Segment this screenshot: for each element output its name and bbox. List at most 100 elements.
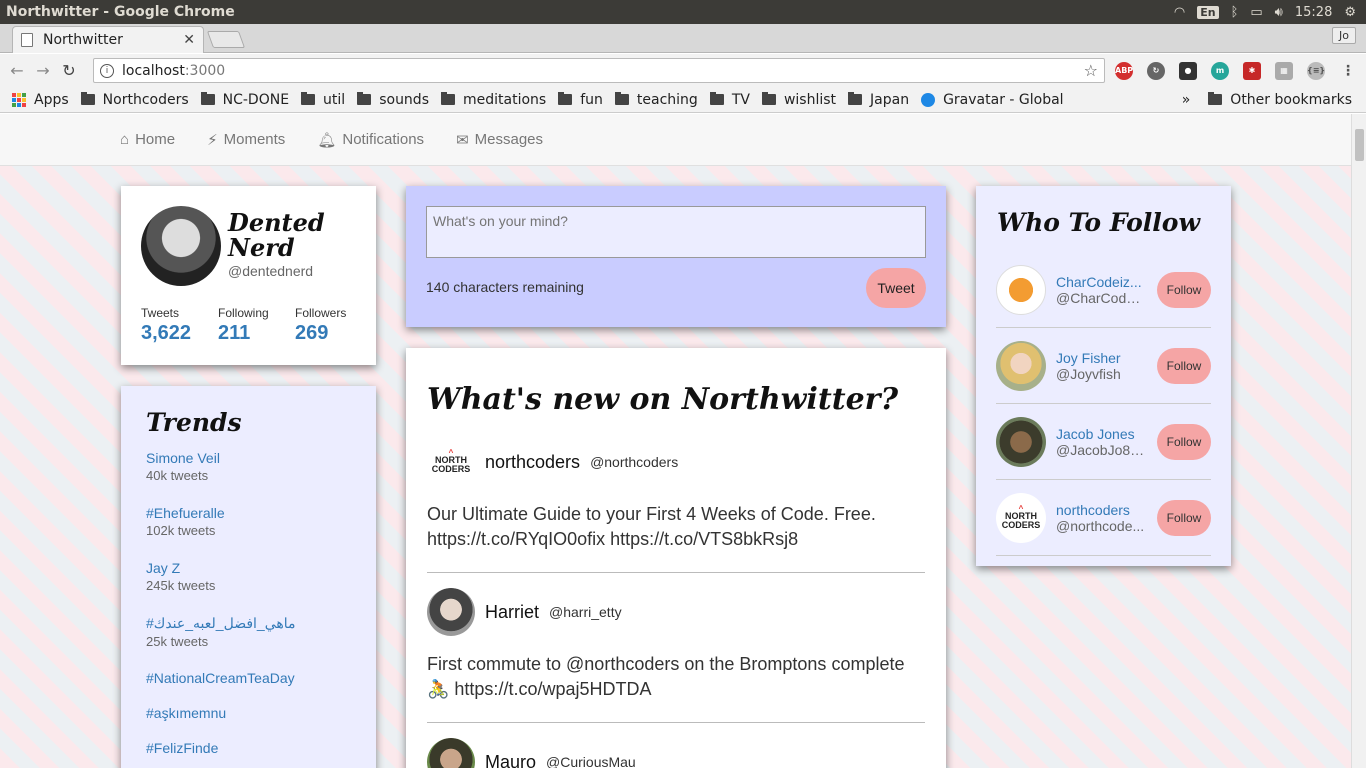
trend-item[interactable]: #FelizFinde (146, 740, 218, 756)
bookmark-gravatar[interactable]: Gravatar - Global (921, 92, 1064, 108)
grid-extension-icon[interactable]: ▦ (1275, 62, 1293, 80)
trend-name[interactable]: #ماهي_افضل_لعبه_عندك (146, 615, 296, 632)
user-name[interactable]: northcoders (1056, 502, 1148, 518)
wifi-icon[interactable]: ◠ (1174, 5, 1185, 20)
folder-icon (357, 92, 372, 105)
follow-button[interactable]: Follow (1157, 423, 1211, 460)
avatar[interactable] (427, 738, 475, 768)
back-arrow-icon[interactable]: ← (4, 61, 30, 80)
profile-card: Dented Nerd @dentednerd Tweets 3,622 Follo… (121, 186, 376, 365)
trend-count: 102k tweets (146, 523, 216, 538)
bookmark-fun[interactable]: fun (558, 92, 603, 108)
avatar[interactable] (996, 416, 1046, 467)
bookmark-tv[interactable]: TV (709, 92, 750, 108)
info-icon[interactable]: i (100, 63, 114, 78)
user-name[interactable]: CharCodeiz... (1056, 274, 1148, 290)
close-tab-icon[interactable]: ✕ (183, 32, 195, 48)
bookmark-label: NC-DONE (222, 91, 290, 108)
user-name[interactable]: Jacob Jones (1056, 426, 1148, 442)
bookmark-wishlist[interactable]: wishlist (761, 92, 836, 108)
bookmark-meditations[interactable]: meditations (441, 92, 546, 108)
follow-button[interactable]: Follow (1157, 271, 1211, 308)
clock[interactable]: 15:28 (1295, 5, 1332, 20)
trend-name[interactable]: #Ehefueralle (146, 505, 225, 521)
tweet-button[interactable]: Tweet (866, 268, 926, 308)
who-to-follow-card: Who To Follow CharCodeiz... @CharCodei...… (976, 186, 1231, 566)
stat-tweets[interactable]: Tweets 3,622 (141, 306, 218, 345)
menu-dots-icon[interactable]: ⋮ (1339, 62, 1357, 80)
user-name[interactable]: Joy Fisher (1056, 350, 1148, 366)
tab-northwitter[interactable]: Northwitter ✕ (12, 26, 204, 53)
trend-item[interactable]: #aşkımemnu (146, 705, 226, 721)
forward-arrow-icon[interactable]: → (30, 61, 56, 80)
adblock-icon[interactable]: ABP (1115, 62, 1133, 80)
bug-extension-icon[interactable]: ✱ (1243, 62, 1261, 80)
bluetooth-icon[interactable]: ᛒ (1231, 5, 1239, 20)
northcoders-logo[interactable]: ^ NORTH CODERS (427, 438, 475, 486)
tweet-input[interactable] (426, 206, 926, 258)
tweet-author-handle[interactable]: @harri_etty (549, 604, 622, 620)
profile-name-line: Dented (228, 208, 325, 237)
avatar[interactable] (996, 264, 1046, 315)
nav-moments[interactable]: ⚡︎ Moments (207, 131, 285, 149)
bookmarks-overflow-chevron-icon[interactable]: » (1182, 92, 1191, 108)
trend-item[interactable]: #ماهي_افضل_لعبه_عندك 25k tweets (146, 615, 296, 649)
profile-button[interactable]: Jo (1332, 27, 1356, 44)
follow-button[interactable]: Follow (1157, 499, 1211, 536)
page-scrollbar[interactable] (1351, 114, 1366, 768)
trend-item[interactable]: #NationalCreamTeaDay (146, 670, 295, 686)
tweet-author-name[interactable]: Harriet (485, 602, 539, 623)
northcoders-logo[interactable]: ^ NORTH CODERS (996, 492, 1046, 543)
scrollbar-thumb[interactable] (1355, 129, 1364, 161)
trend-item[interactable]: Jay Z 245k tweets (146, 560, 215, 593)
bookmark-teaching[interactable]: teaching (614, 92, 698, 108)
nav-messages[interactable]: ✉ Messages (456, 131, 543, 149)
trend-name[interactable]: Jay Z (146, 560, 215, 576)
bookmark-sounds[interactable]: sounds (357, 92, 429, 108)
lightbulb-extension-icon[interactable]: ● (1179, 62, 1197, 80)
user-handle: @JacobJo88... (1056, 441, 1148, 458)
bookmark-northcoders[interactable]: Northcoders (80, 92, 189, 108)
bookmark-nc-done[interactable]: NC-DONE (200, 91, 290, 108)
folder-icon (709, 92, 724, 105)
tab-strip: Northwitter ✕ Jo (0, 24, 1366, 53)
tweet-author-name[interactable]: northcoders (485, 452, 580, 473)
m-extension-icon[interactable]: m (1211, 62, 1229, 80)
follow-button[interactable]: Follow (1157, 347, 1211, 384)
json-extension-icon[interactable]: {≡} (1307, 62, 1325, 80)
tweet-author-handle[interactable]: @CuriousMau (546, 754, 636, 768)
stat-followers[interactable]: Followers 269 (295, 306, 372, 345)
avatar[interactable] (427, 588, 475, 636)
avatar[interactable] (996, 340, 1046, 391)
suggested-user: ^ NORTH CODERS northcoders @northcode... Fo… (996, 480, 1211, 556)
volume-icon[interactable]: 🔊︎ (1275, 5, 1283, 20)
keyboard-indicator[interactable]: En (1197, 5, 1219, 19)
bookmark-star-icon[interactable]: ☆ (1084, 61, 1098, 80)
reload-icon[interactable]: ↻ (56, 61, 82, 80)
trend-name[interactable]: Simone Veil (146, 450, 220, 466)
trend-name[interactable]: #FelizFinde (146, 740, 218, 756)
stat-value: 3,622 (141, 322, 192, 344)
profile-name: Dented Nerd (228, 210, 325, 260)
trend-name[interactable]: #NationalCreamTeaDay (146, 670, 295, 686)
other-bookmarks[interactable]: Other bookmarks (1230, 92, 1352, 108)
tweet-author-name[interactable]: Mauro (485, 752, 536, 768)
trend-item[interactable]: #Ehefueralle 102k tweets (146, 505, 225, 538)
settings-gear-icon[interactable]: ⚙ (1344, 5, 1356, 20)
nav-home[interactable]: ⌂ Home (120, 131, 175, 148)
tweet-author-handle[interactable]: @northcoders (590, 454, 678, 470)
bookmark-japan[interactable]: Japan (848, 92, 909, 108)
address-bar[interactable]: i localhost:3000 ☆ (93, 58, 1105, 83)
bookmark-util[interactable]: util (301, 92, 345, 108)
sync-extension-icon[interactable]: ↻ (1147, 62, 1165, 80)
new-tab-button[interactable] (206, 31, 246, 48)
trend-name[interactable]: #aşkımemnu (146, 705, 226, 721)
nav-notifications[interactable]: 🔔︎ Notifications (317, 131, 424, 149)
tweet: Harriet @harri_etty First commute to @no… (427, 588, 925, 723)
trend-item[interactable]: Simone Veil 40k tweets (146, 450, 220, 483)
trends-card: Trends Simone Veil 40k tweets #Ehefuerall… (121, 386, 376, 768)
battery-icon[interactable]: ▭ (1250, 5, 1262, 20)
stat-following[interactable]: Following 211 (218, 306, 295, 345)
avatar[interactable] (141, 206, 221, 286)
bookmark-apps[interactable]: Apps (12, 92, 69, 108)
